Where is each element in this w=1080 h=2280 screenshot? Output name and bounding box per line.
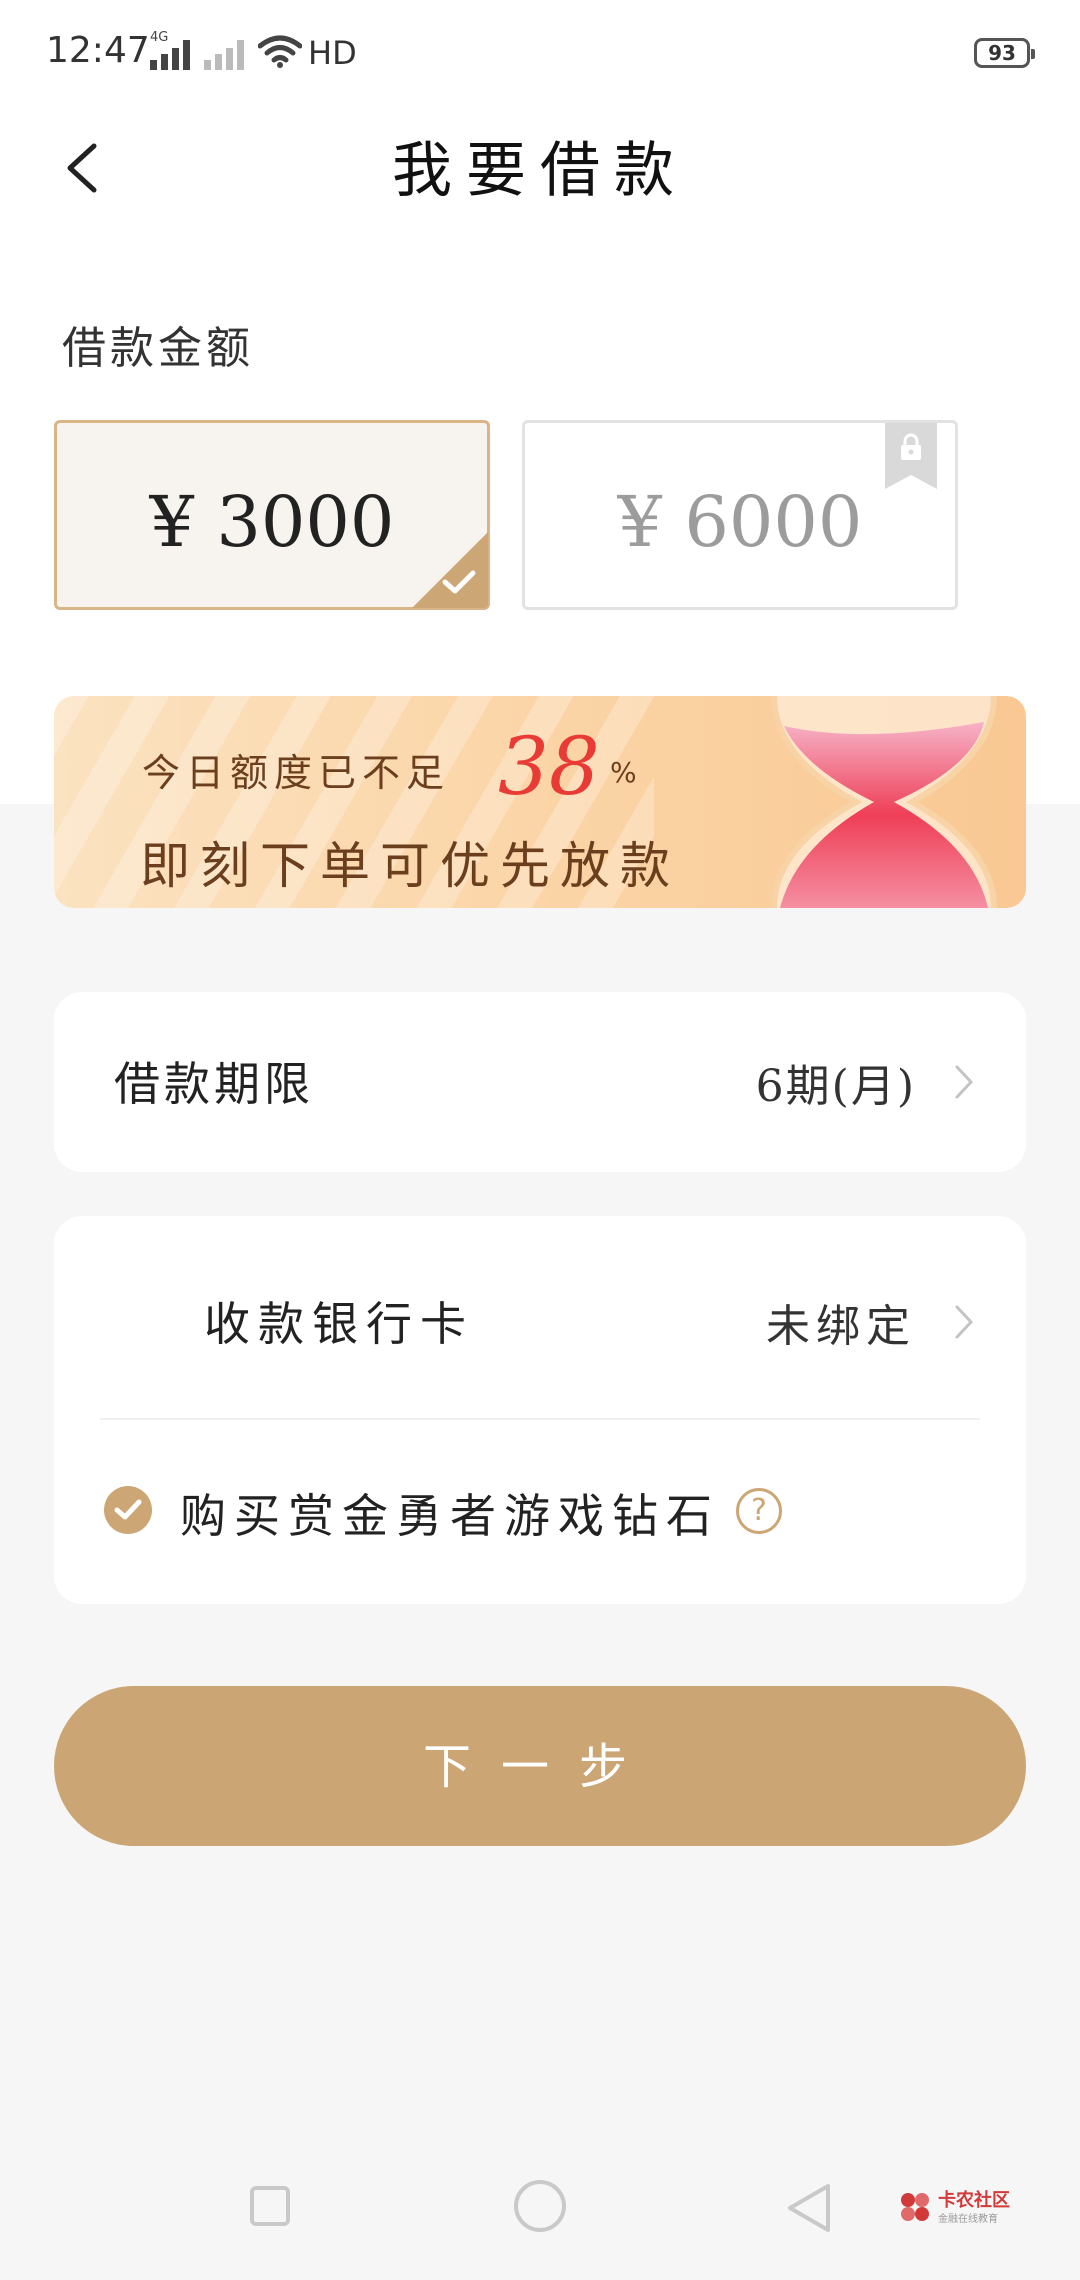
help-icon[interactable]: ? [736,1488,782,1534]
battery-icon: 93 [974,38,1035,68]
status-time: 12:47 [46,30,150,71]
chevron-right-icon [955,1305,974,1339]
bank-card-value: 未绑定 [766,1301,916,1352]
top-background [0,0,1080,804]
amount-label: 借款金额 [62,323,254,374]
loan-term-label: 借款期限 [114,1057,314,1111]
page-title: 我要借款 [392,136,688,206]
home-button[interactable] [514,2180,566,2232]
check-icon [114,1499,142,1520]
check-icon [442,570,476,594]
nav-back-icon[interactable] [784,2182,834,2234]
amount-option-text: ¥ 6000 [617,481,863,563]
loan-term-row[interactable]: 借款期限 6期(月) [54,992,1026,1172]
banner-percent-sign: % [610,756,637,789]
watermark-logo-icon [901,2193,929,2221]
battery-level: 93 [988,41,1016,65]
status-bar: 12:47 4G HD 93 [0,0,1080,110]
lock-badge [885,423,937,489]
hourglass-icon [771,696,997,908]
divider [100,1418,980,1420]
watermark-sub: 金融在线教育 [938,2214,998,2225]
amount-option-3000[interactable]: ¥ 3000 [54,420,490,610]
hd-indicator: HD [308,34,357,72]
banner-line1: 今日额度已不足 [142,751,451,795]
watermark-name: 卡农社区 [938,2190,1010,2211]
recent-apps-button[interactable] [250,2186,290,2226]
next-step-button[interactable]: 下一步 [54,1686,1026,1846]
bank-card-section: 收款银行卡 未绑定 购买赏金勇者游戏钻石 ? [54,1216,1026,1604]
wifi-icon [258,35,302,68]
watermark: 卡农社区 金融在线教育 [898,2186,1028,2230]
chevron-right-icon [955,1065,974,1099]
bank-card-label: 收款银行卡 [204,1297,474,1351]
lock-icon [901,433,921,460]
signal-2-icon [204,38,244,70]
bank-card-row[interactable]: 收款银行卡 未绑定 [54,1216,1026,1416]
loan-term-value: 6期(月) [755,1061,916,1112]
banner-percent: 38 [498,720,600,813]
purchase-label: 购买赏金勇者游戏钻石 [180,1489,720,1543]
promo-banner: 今日额度已不足 38 % 即刻下单可优先放款 [54,696,1026,908]
amount-option-6000[interactable]: ¥ 6000 [522,420,958,610]
purchase-checkbox[interactable] [104,1486,152,1534]
network-tag: 4G [150,30,169,45]
banner-line2: 即刻下单可优先放款 [140,837,680,895]
